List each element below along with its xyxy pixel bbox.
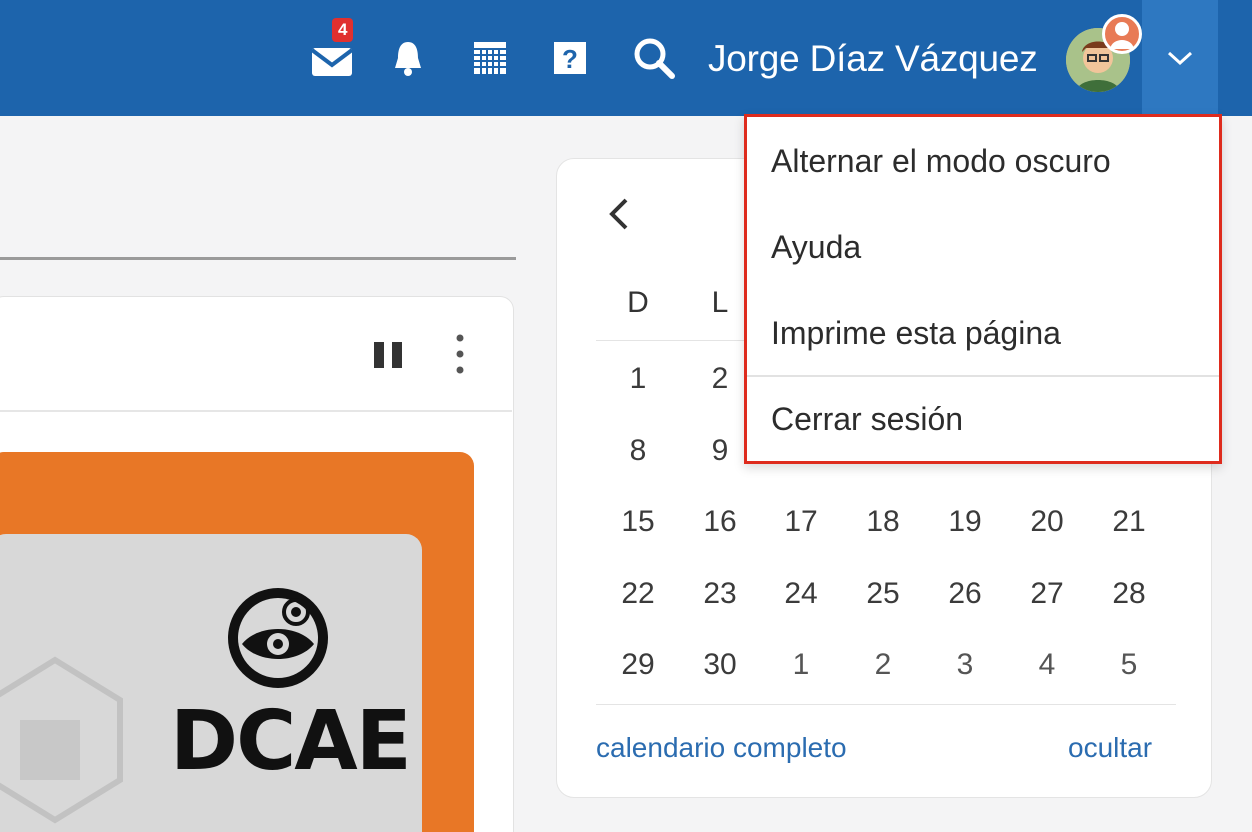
- mail-icon: [310, 48, 354, 76]
- full-calendar-link[interactable]: calendario completo: [596, 732, 847, 764]
- dcae-logo-icon: [228, 588, 328, 688]
- calendar-day[interactable]: 21: [1099, 505, 1159, 539]
- messages-button[interactable]: 4: [302, 18, 362, 98]
- user-dropdown-menu: Alternar el modo oscuro Ayuda Imprime es…: [744, 114, 1222, 464]
- presence-indicator: [1102, 14, 1142, 54]
- bell-icon: [395, 42, 421, 76]
- calendar-day[interactable]: 27: [1017, 577, 1077, 611]
- calendar-day[interactable]: 26: [935, 577, 995, 611]
- calendar-day[interactable]: 1: [608, 362, 668, 396]
- svg-text:?: ?: [562, 44, 578, 74]
- pause-icon[interactable]: [372, 340, 406, 370]
- menu-item-help[interactable]: Ayuda: [771, 229, 861, 266]
- calendar-day-next-month[interactable]: 5: [1099, 648, 1159, 682]
- top-navbar: 4 ? Jorge Díaz Vázquez: [0, 0, 1252, 116]
- calendar-day[interactable]: 25: [853, 577, 913, 611]
- menu-item-print[interactable]: Imprime esta página: [771, 315, 1061, 352]
- chevron-down-icon: [1167, 51, 1193, 66]
- calendar-day-next-month[interactable]: 1: [771, 648, 831, 682]
- calendar-day[interactable]: 18: [853, 505, 913, 539]
- calendar-day[interactable]: 2: [690, 362, 750, 396]
- calendar-day[interactable]: 16: [690, 505, 750, 539]
- panel-header-divider: [0, 410, 512, 412]
- search-button[interactable]: [624, 18, 684, 98]
- notifications-button[interactable]: [378, 18, 438, 98]
- more-options-icon[interactable]: [450, 332, 470, 376]
- hexagon-decoration: [0, 656, 123, 824]
- calendar-day[interactable]: 22: [608, 577, 668, 611]
- calendar-day-next-month[interactable]: 2: [853, 648, 913, 682]
- search-icon: [634, 38, 675, 79]
- calendar-day[interactable]: 24: [771, 577, 831, 611]
- calendar-footer-divider: [596, 704, 1176, 705]
- calendar-day-next-month[interactable]: 4: [1017, 648, 1077, 682]
- calendar-day-next-month[interactable]: 3: [935, 648, 995, 682]
- calendar-day[interactable]: 19: [935, 505, 995, 539]
- calendar-view-button[interactable]: [460, 18, 520, 98]
- user-name[interactable]: Jorge Díaz Vázquez: [708, 38, 1038, 80]
- calendar-grid-icon: [474, 42, 506, 74]
- menu-item-dark-mode[interactable]: Alternar el modo oscuro: [771, 143, 1111, 180]
- hide-calendar-link[interactable]: ocultar: [1068, 732, 1152, 764]
- weekday-header: D: [627, 286, 649, 319]
- calendar-day[interactable]: 20: [1017, 505, 1077, 539]
- calendar-day[interactable]: 15: [608, 505, 668, 539]
- calendar-day[interactable]: 29: [608, 648, 668, 682]
- help-button[interactable]: ?: [540, 18, 600, 98]
- calendar-day[interactable]: 30: [690, 648, 750, 682]
- user-status-icon: [1110, 22, 1134, 49]
- unread-count-badge: 4: [332, 18, 354, 42]
- user-menu-toggle[interactable]: [1142, 0, 1218, 116]
- calendar-day[interactable]: 9: [690, 434, 750, 468]
- calendar-day[interactable]: 17: [771, 505, 831, 539]
- help-icon: ?: [554, 42, 586, 74]
- weekday-header: L: [711, 286, 729, 319]
- section-divider: [0, 257, 516, 260]
- menu-item-logout[interactable]: Cerrar sesión: [771, 401, 963, 438]
- calendar-day[interactable]: 28: [1099, 577, 1159, 611]
- logo-text: DCAE: [170, 694, 412, 789]
- menu-divider: [747, 375, 1219, 377]
- calendar-day[interactable]: 8: [608, 434, 668, 468]
- previous-month-button[interactable]: [604, 192, 634, 236]
- calendar-day[interactable]: 23: [690, 577, 750, 611]
